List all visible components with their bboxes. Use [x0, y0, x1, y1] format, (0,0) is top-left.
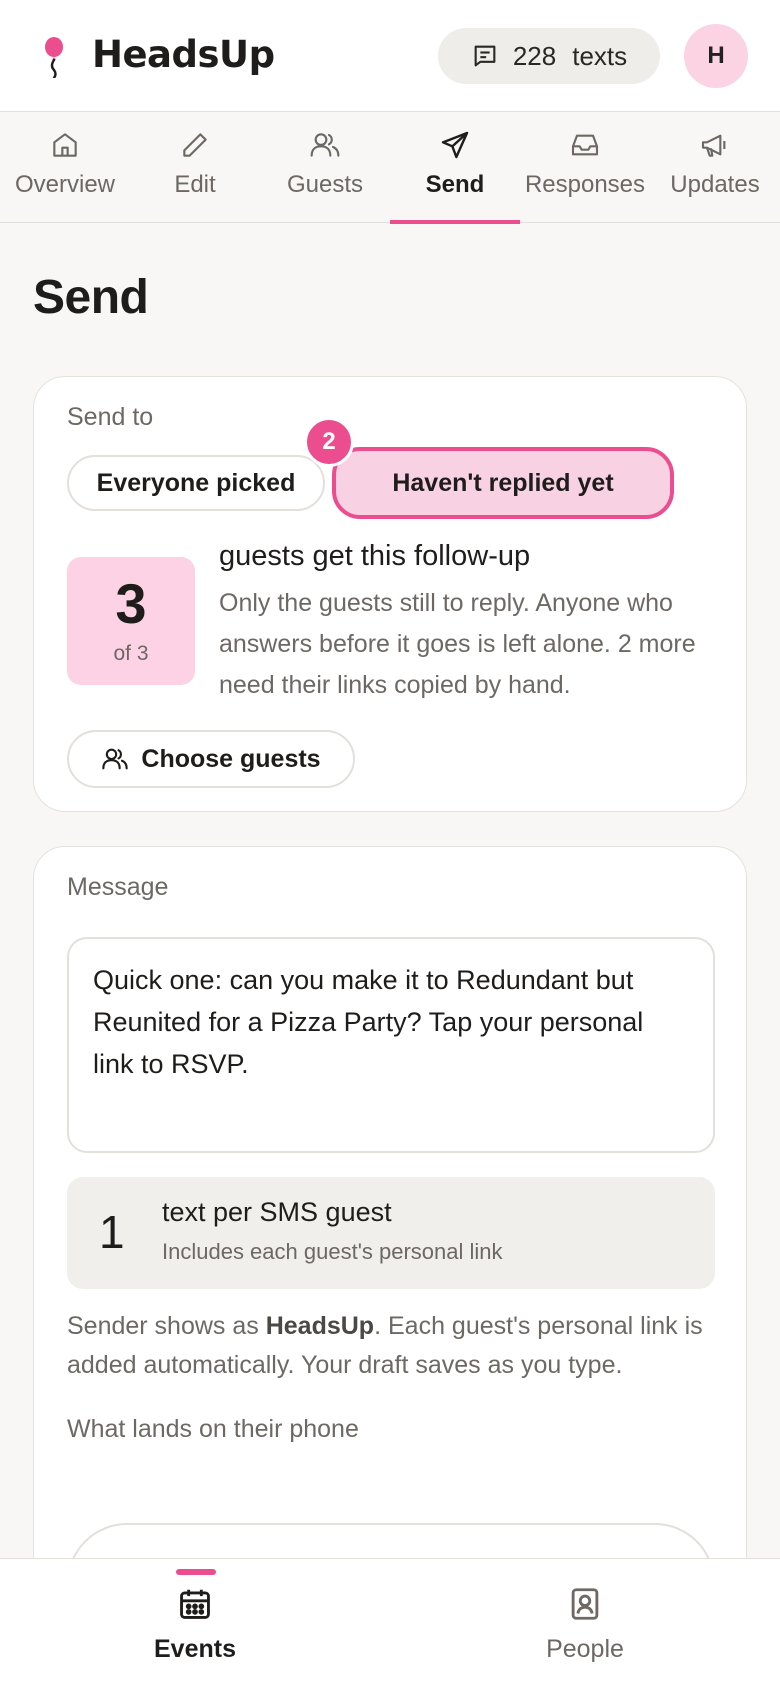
step-badge: 2 [304, 417, 354, 467]
recipient-count-box: 3 of 3 [67, 557, 195, 685]
sms-cost-box: 1 text per SMS guest Includes each guest… [67, 1177, 715, 1289]
recipient-total: of 3 [113, 642, 149, 665]
sender-note: Sender shows as HeadsUp. Each guest's pe… [67, 1307, 717, 1385]
home-icon [53, 133, 77, 157]
bottom-nav: Events People [0, 1558, 780, 1688]
sms-count: 1 [99, 1206, 125, 1258]
tab-label: Guests [286, 171, 364, 198]
send-to-card: Send to Everyone picked Haven't replied … [33, 376, 747, 812]
choose-guests-button[interactable]: Choose guests [67, 730, 355, 788]
recipient-description: Only the guests still to reply. Anyone w… [219, 589, 696, 699]
tab-edit[interactable]: Edit [130, 113, 260, 223]
tab-label: Overview [14, 171, 116, 198]
tab-label: Edit [174, 171, 216, 198]
texts-balance-pill[interactable]: 228 texts [438, 28, 660, 84]
users-icon [310, 133, 340, 157]
inbox-icon [571, 134, 599, 156]
phone-preview-label: What lands on their phone [67, 1415, 359, 1443]
app-logo-text: HeadsUp [92, 33, 275, 76]
recipient-count: 3 [115, 572, 147, 635]
choose-guests-label: Choose guests [141, 744, 321, 773]
megaphone-icon [701, 134, 726, 157]
send-icon [441, 131, 469, 159]
tab-guests[interactable]: Guests [260, 113, 390, 223]
tab-send[interactable]: Send [390, 113, 520, 224]
app-header: HeadsUp 228 texts H [0, 0, 780, 112]
sender-name: HeadsUp [265, 1312, 375, 1340]
recipient-headline: guests get this follow-up [219, 540, 531, 572]
option-everyone-picked[interactable]: Everyone picked [67, 455, 325, 511]
nav-label: People [546, 1635, 624, 1663]
contact-book-icon [571, 1588, 599, 1620]
texts-count: 228 [512, 40, 557, 71]
tab-overview[interactable]: Overview [0, 113, 130, 223]
tab-label: Send [425, 171, 485, 198]
pencil-icon [183, 133, 207, 157]
message-icon [474, 45, 496, 67]
event-tabs: Overview Edit Guests Send Responses Upda… [0, 113, 780, 224]
sender-prefix: Sender shows as [67, 1312, 266, 1340]
tab-label: Responses [524, 171, 646, 198]
send-to-label: Send to [67, 403, 154, 431]
tab-updates[interactable]: Updates [650, 113, 780, 223]
message-label: Message [67, 873, 169, 901]
tab-responses[interactable]: Responses [520, 113, 650, 223]
page-title: Send [33, 271, 149, 324]
tab-label: Updates [670, 171, 760, 198]
nav-people[interactable]: People [390, 1559, 780, 1688]
users-icon [102, 748, 129, 770]
sms-title: text per SMS guest [162, 1197, 392, 1227]
avatar[interactable]: H [684, 24, 748, 88]
message-textarea[interactable]: Quick one: can you make it to Redundant … [67, 937, 715, 1153]
nav-label: Events [154, 1635, 236, 1663]
message-card: Message Quick one: can you make it to Re… [33, 846, 747, 1688]
active-indicator [176, 1569, 216, 1575]
option-havent-replied[interactable]: Haven't replied yet [332, 447, 674, 519]
nav-events[interactable]: Events [0, 1559, 390, 1688]
texts-label: texts [572, 40, 628, 71]
sms-subtitle: Includes each guest's personal link [162, 1239, 503, 1264]
calendar-icon [180, 1589, 210, 1619]
balloon-logo-icon [45, 37, 63, 78]
